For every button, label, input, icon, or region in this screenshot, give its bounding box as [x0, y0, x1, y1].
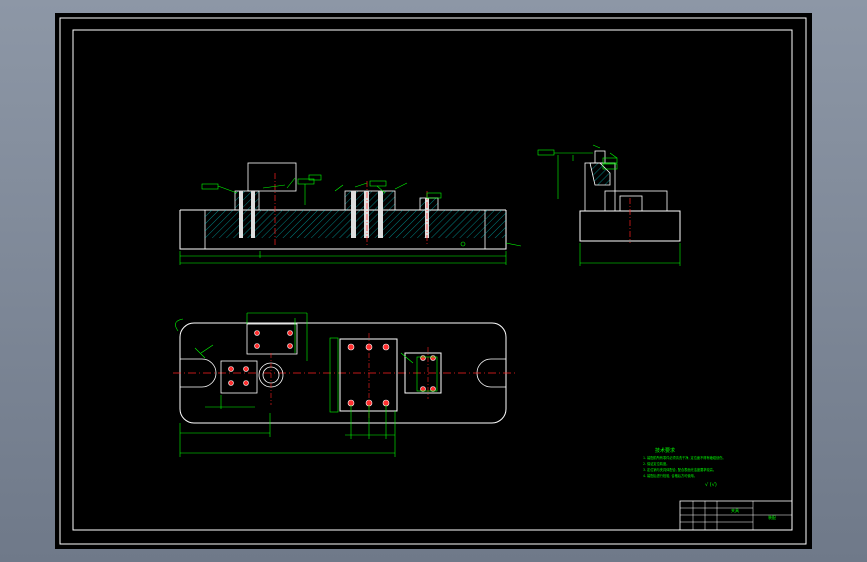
- top-plan-view: [173, 312, 515, 457]
- drawing-viewport[interactable]: 技术要求 1. 装配前所有零件必须清洗干净, 定位面不得有磕碰划伤。 2. 保证…: [55, 13, 812, 549]
- tech-notes-heading: 技术要求: [655, 447, 675, 454]
- technical-requirements: 技术要求 1. 装配前所有零件必须清洗干净, 定位面不得有磕碰划伤。 2. 保证…: [643, 447, 726, 488]
- tech-note-3: 3. 定位销与夹具体配合, 配合表面光洁度要求较高。: [643, 467, 716, 472]
- tech-note-2: 2. 保证定位精度。: [643, 461, 669, 466]
- title-drawing-no: 装配: [768, 514, 776, 520]
- front-section-view: [179, 162, 522, 265]
- side-section-view: [537, 144, 681, 266]
- tech-note-1: 1. 装配前所有零件必须清洗干净, 定位面不得有磕碰划伤。: [643, 455, 726, 460]
- tech-note-4: 4. 装配后进行检验, 合格后方可使用。: [643, 473, 697, 478]
- surface-roughness-symbol: √ (√): [705, 482, 717, 488]
- title-block: 夹具 装配: [679, 500, 793, 531]
- title-part-name: 夹具: [731, 507, 739, 513]
- cad-drawing: 技术要求 1. 装配前所有零件必须清洗干净, 定位面不得有磕碰划伤。 2. 保证…: [59, 17, 807, 545]
- inner-sheet-frame: [72, 29, 793, 531]
- outer-sheet-frame: [59, 17, 807, 545]
